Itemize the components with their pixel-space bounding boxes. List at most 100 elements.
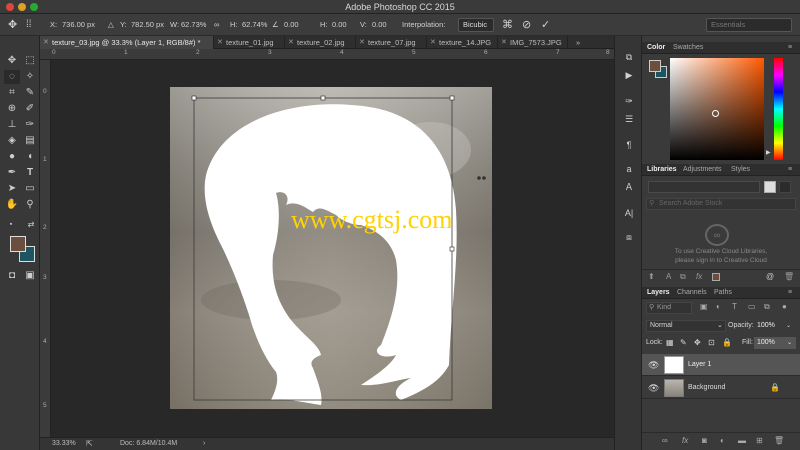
swap-colors-icon[interactable]: ⇄ — [23, 218, 39, 232]
tab-color[interactable]: Color — [642, 42, 670, 54]
zoom-tool-icon[interactable]: ⚲ — [22, 198, 38, 212]
layer-row-layer1[interactable]: 👁 Layer 1 — [642, 354, 800, 376]
device-preview-icon[interactable]: ⧈ — [621, 230, 637, 244]
blur-tool-icon[interactable]: ● — [4, 150, 20, 164]
transform-handle[interactable] — [449, 95, 455, 101]
close-tab-icon[interactable]: ✕ — [430, 36, 436, 49]
tabs-overflow-icon[interactable]: » — [568, 36, 614, 49]
link-icon[interactable]: ∞ — [214, 14, 219, 36]
filter-pixel-icon[interactable]: ▣ — [700, 302, 708, 311]
add-style-icon[interactable]: fx — [696, 272, 702, 281]
zoom-window-button[interactable] — [30, 3, 38, 11]
hskew-field[interactable]: 0.00 — [332, 14, 347, 36]
cancel-transform-icon[interactable]: ⊘ — [522, 14, 531, 36]
y-field[interactable]: 782.50 px — [131, 14, 164, 36]
fill-field[interactable]: 100% ⌄ — [754, 337, 796, 349]
type-tool-icon[interactable]: T — [22, 166, 38, 180]
tab-texture-02[interactable]: ✕ texture_02.jpg — [285, 36, 356, 49]
color-picker-cursor[interactable] — [712, 110, 719, 117]
layer-style-icon[interactable]: fx — [682, 436, 688, 445]
move-tool-icon[interactable]: ✥ — [4, 54, 20, 68]
add-color-icon[interactable] — [712, 273, 720, 281]
reference-point-icon[interactable]: ⁞⁞ — [26, 14, 32, 36]
height-field[interactable]: 62.74% — [242, 14, 267, 36]
library-select[interactable] — [648, 181, 760, 193]
screen-mode-icon[interactable]: ▣ — [22, 269, 38, 283]
tab-texture-01[interactable]: ✕ texture_01.jpg — [214, 36, 285, 49]
filter-shape-icon[interactable]: ▭ — [748, 302, 756, 311]
eyedropper-icon[interactable]: ✎ — [22, 86, 38, 100]
tab-channels[interactable]: Channels — [672, 287, 712, 299]
color-fg-swatch[interactable] — [649, 60, 661, 72]
hue-slider-handle[interactable]: ▶ — [766, 149, 771, 156]
tab-styles[interactable]: Styles — [726, 164, 755, 176]
tab-adjustments[interactable]: Adjustments — [678, 164, 727, 176]
new-group-icon[interactable]: ▬ — [738, 436, 746, 445]
paragraph-panel-icon[interactable]: ¶ — [621, 138, 637, 152]
document-canvas[interactable]: www.cgtsj.com — [51, 60, 614, 437]
filter-adjustment-icon[interactable]: ◐ — [716, 302, 721, 311]
canvas-area[interactable]: www.cgtsj.com — [51, 60, 614, 437]
delete-icon[interactable]: 🗑 — [784, 272, 794, 281]
path-selection-icon[interactable]: ➤ — [4, 182, 20, 196]
dodge-tool-icon[interactable]: ◖ — [22, 150, 38, 164]
zoom-level[interactable]: 33.33% — [52, 438, 76, 450]
link-layers-icon[interactable]: ∞ — [662, 436, 668, 445]
grid-view-icon[interactable] — [764, 181, 776, 193]
filter-type-icon[interactable]: T — [732, 302, 737, 311]
marquee-tool-icon[interactable]: ⬚ — [22, 54, 38, 68]
close-tab-icon[interactable]: ✕ — [359, 36, 365, 49]
add-graphic-icon[interactable]: ⧉ — [680, 272, 686, 282]
lock-image-icon[interactable]: ✎ — [680, 338, 687, 347]
lock-artboard-icon[interactable]: ⊡ — [708, 338, 715, 347]
close-window-button[interactable] — [6, 3, 14, 11]
new-layer-icon[interactable]: ⊞ — [756, 436, 763, 445]
delete-layer-icon[interactable]: 🗑 — [774, 436, 784, 445]
x-field[interactable]: 736.00 px — [62, 14, 95, 36]
workspace-select[interactable]: Essentials — [706, 18, 792, 32]
hand-tool-icon[interactable]: ✋ — [4, 198, 20, 212]
transform-handle[interactable] — [320, 95, 326, 101]
color-field[interactable] — [670, 58, 764, 160]
visibility-eye-icon[interactable]: 👁 — [648, 354, 659, 376]
share-icon[interactable]: ⇱ — [86, 438, 93, 450]
tab-texture-07[interactable]: ✕ texture_07.jpg — [356, 36, 427, 49]
list-view-icon[interactable] — [779, 181, 791, 193]
layer-name[interactable]: Background — [688, 377, 725, 399]
lock-all-icon[interactable]: 🔒 — [722, 338, 732, 347]
close-tab-icon[interactable]: ✕ — [43, 36, 49, 49]
tab-swatches[interactable]: Swatches — [668, 42, 708, 54]
filter-smart-object-icon[interactable]: ⧉ — [764, 302, 770, 312]
opacity-field[interactable]: 100% — [757, 322, 775, 329]
lasso-tool-icon[interactable]: ◌ — [4, 70, 20, 84]
adjustment-layer-icon[interactable]: ◐ — [720, 436, 725, 445]
spot-healing-icon[interactable]: ⊕ — [4, 102, 20, 116]
quick-mask-icon[interactable]: ◘ — [4, 269, 20, 283]
filter-toggle-icon[interactable]: ● — [782, 302, 787, 311]
layer-name[interactable]: Layer 1 — [688, 354, 711, 376]
transform-handle[interactable] — [191, 95, 197, 101]
minimize-window-button[interactable] — [18, 3, 26, 11]
history-panel-icon[interactable]: ⧉ — [621, 50, 637, 64]
blend-mode-select[interactable]: Normal ⌄ — [646, 320, 726, 332]
character-panel-icon[interactable]: A| — [621, 206, 637, 220]
pen-tool-icon[interactable]: ✒ — [4, 166, 20, 180]
commit-transform-icon[interactable]: ✓ — [541, 14, 550, 36]
tab-libraries[interactable]: Libraries — [642, 164, 682, 176]
stock-icon[interactable]: @ — [766, 272, 774, 281]
foreground-color-swatch[interactable] — [10, 236, 26, 252]
transform-handle[interactable] — [449, 246, 455, 252]
add-mask-icon[interactable]: ◙ — [702, 436, 707, 445]
brush-presets-icon[interactable]: ✑ — [621, 94, 637, 108]
close-tab-icon[interactable]: ✕ — [217, 36, 223, 49]
panel-menu-icon[interactable]: ≡ — [788, 42, 792, 54]
lock-transparent-icon[interactable]: ▦ — [666, 338, 674, 347]
gradient-tool-icon[interactable]: ▤ — [22, 134, 38, 148]
layer-lock-icon[interactable]: 🔒 — [770, 377, 780, 399]
visibility-eye-icon[interactable]: 👁 — [648, 377, 659, 399]
stamp-tool-icon[interactable]: ⊥ — [4, 118, 20, 132]
status-menu-icon[interactable]: › — [203, 438, 205, 450]
hue-slider[interactable] — [774, 58, 783, 160]
magic-wand-icon[interactable]: ✧ — [22, 70, 38, 84]
actions-panel-icon[interactable]: ▶ — [621, 68, 637, 82]
